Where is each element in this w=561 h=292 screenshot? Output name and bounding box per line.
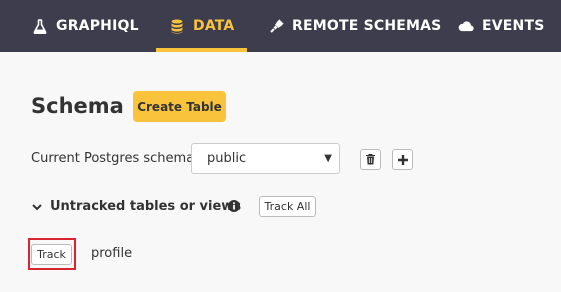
tab-graphiql[interactable]: GRAPHIQL: [32, 0, 139, 52]
info-icon[interactable]: [228, 200, 240, 212]
tab-label: EVENTS: [482, 18, 545, 34]
plus-icon: [397, 154, 408, 165]
tab-label: REMOTE SCHEMAS: [292, 18, 442, 34]
tab-remote-schemas[interactable]: REMOTE SCHEMAS: [268, 0, 441, 52]
trash-icon: [366, 154, 375, 165]
track-button[interactable]: Track: [31, 244, 72, 265]
tab-data[interactable]: DATA: [156, 0, 248, 52]
untracked-heading: Untracked tables or views: [50, 199, 242, 214]
untracked-table-name: profile: [91, 246, 133, 261]
schema-select[interactable]: public ▼: [191, 143, 340, 174]
page-title: Schema: [31, 94, 124, 118]
collapse-untracked-toggle[interactable]: [31, 201, 43, 213]
track-all-button[interactable]: Track All: [259, 196, 316, 217]
schema-select-label: Current Postgres schema: [31, 151, 195, 166]
tab-events[interactable]: EVENTS: [458, 0, 545, 52]
add-schema-button[interactable]: [392, 149, 413, 170]
flask-icon: [32, 18, 48, 34]
database-icon: [169, 18, 185, 34]
top-navbar: GRAPHIQL DATA REMOTE SCHEMAS EVENTS: [0, 0, 561, 52]
tab-label: GRAPHIQL: [56, 18, 139, 34]
tab-label: DATA: [193, 18, 235, 34]
plug-icon: [268, 18, 284, 34]
create-table-button[interactable]: Create Table: [133, 91, 226, 122]
chevron-down-icon: [32, 203, 42, 210]
cloud-icon: [458, 18, 474, 34]
schema-select-value: public: [207, 151, 247, 166]
delete-schema-button[interactable]: [360, 149, 381, 170]
caret-down-icon: ▼: [324, 153, 332, 164]
